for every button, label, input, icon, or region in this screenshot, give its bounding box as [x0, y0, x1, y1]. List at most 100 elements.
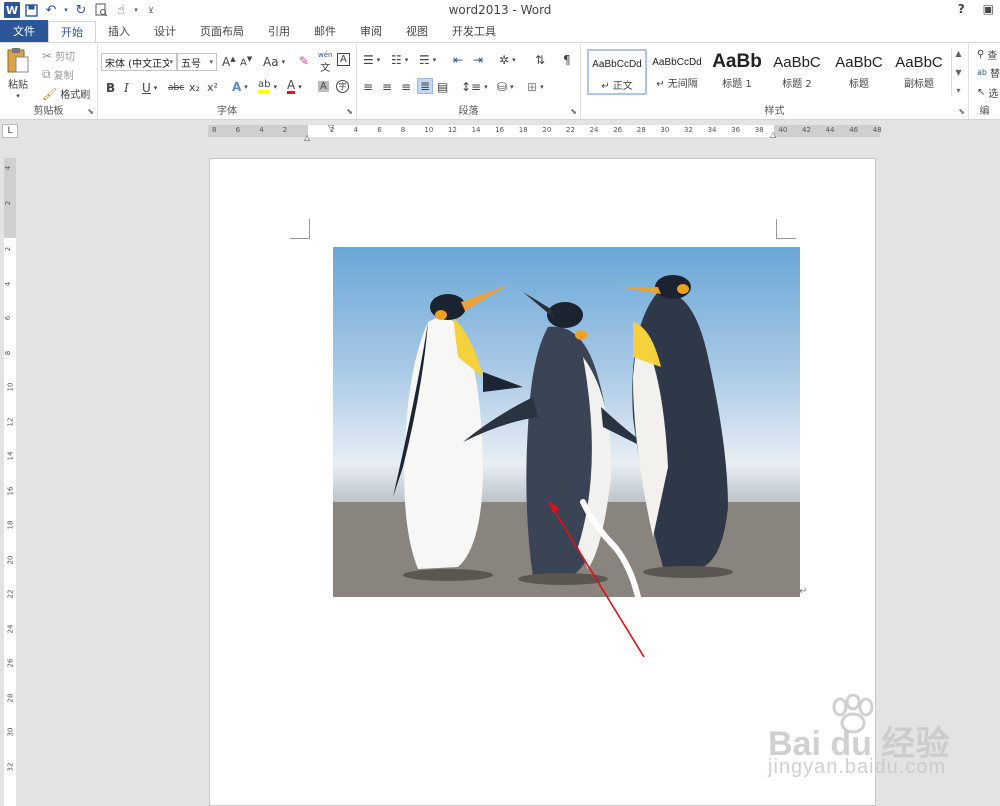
- ribbon-display-options-icon[interactable]: ▣: [983, 2, 994, 16]
- format-painter-button[interactable]: 🖌 格式刷: [42, 86, 90, 102]
- tab-review[interactable]: 审阅: [348, 20, 394, 42]
- strikethrough-button[interactable]: abc: [168, 83, 184, 93]
- numbering-button[interactable]: ☷ ▾: [391, 53, 408, 67]
- ruler-tick-label: 4: [259, 126, 264, 134]
- first-line-indent-marker[interactable]: ▽: [328, 123, 334, 132]
- horizontal-ruler[interactable]: 8 6 4 2 2 4 6 8 10 12 14 16 18 20 22 24 26 28 30 32 34 36 38 40…: [208, 123, 882, 142]
- align-left-icon: ≡: [363, 80, 374, 94]
- paragraph-launcher-icon[interactable]: ⬊: [570, 107, 577, 116]
- replace-button[interactable]: ab 替: [977, 65, 1000, 80]
- style-heading-2[interactable]: AaBbC 标题 2: [767, 49, 827, 95]
- tab-design[interactable]: 设计: [142, 20, 188, 42]
- highlight-color-button[interactable]: ab ▾: [258, 80, 277, 93]
- style-heading-1[interactable]: AaBb 标题 1: [707, 49, 767, 95]
- ruler-tick-label: 14: [6, 451, 15, 461]
- align-center-button[interactable]: ≡: [382, 80, 392, 94]
- bullets-button[interactable]: ☰ ▾: [363, 53, 380, 67]
- ribbon: 粘贴 ▾ ✂ 剪切 ⧉ 复制 🖌 格式刷 剪贴板 ⬊ 宋体 (中文正文 ▾ 五号 ▾…: [0, 42, 1000, 120]
- cursor-icon: ↖: [977, 87, 986, 98]
- style-subtitle[interactable]: AaBbC 副标题: [889, 49, 949, 95]
- ruler-tick-label: 26: [613, 126, 623, 134]
- ruler-tick-label: 20: [6, 555, 15, 564]
- decrease-indent-button[interactable]: ⇤: [453, 53, 463, 67]
- line-spacing-icon: ↕≡: [461, 80, 482, 94]
- borders-button[interactable]: ⊞ ▾: [527, 80, 544, 94]
- clipboard-launcher-icon[interactable]: ⬊: [87, 107, 94, 116]
- style-no-spacing[interactable]: AaBbCcDd ↵ 无间隔: [647, 49, 707, 95]
- ruler-tick-label: 16: [6, 486, 15, 495]
- editing-group: ⚲ 查 ab 替 ↖ 选 编: [969, 43, 1000, 119]
- font-size-select[interactable]: 五号 ▾: [177, 53, 217, 71]
- tab-insert[interactable]: 插入: [96, 20, 142, 42]
- ruler-tick-label: 12: [448, 126, 457, 134]
- ruler-tick-label: 30: [6, 727, 15, 737]
- styles-scroll-down-icon[interactable]: ▼: [955, 68, 961, 77]
- character-shading-button[interactable]: A: [318, 81, 329, 92]
- tab-view[interactable]: 视图: [394, 20, 440, 42]
- font-color-button[interactable]: A ▾: [287, 79, 302, 94]
- margin-corner-mark: [776, 219, 796, 239]
- tab-mailings[interactable]: 邮件: [302, 20, 348, 42]
- font-name-select[interactable]: 宋体 (中文正文 ▾: [101, 53, 177, 71]
- help-button[interactable]: ?: [958, 2, 965, 16]
- multilevel-list-button[interactable]: ☴ ▾: [419, 53, 436, 67]
- phonetic-guide-button[interactable]: wén 文: [318, 51, 332, 74]
- tab-page-layout[interactable]: 页面布局: [188, 20, 256, 42]
- ruler-tick-label: 40: [778, 126, 788, 134]
- style-normal[interactable]: AaBbCcDd ↵ 正文: [587, 49, 647, 95]
- character-border-button[interactable]: A: [337, 53, 350, 66]
- enclose-characters-button[interactable]: 字: [336, 80, 349, 93]
- ruler-tick-label: 12: [6, 417, 15, 426]
- right-indent-marker[interactable]: △: [770, 130, 776, 139]
- styles-launcher-icon[interactable]: ⬊: [958, 107, 965, 116]
- font-group: 宋体 (中文正文 ▾ 五号 ▾ A▲ A▼ Aa ▾ ✎ wén 文 A B I U ▾ …: [98, 43, 357, 119]
- align-right-button[interactable]: ≡: [401, 80, 411, 94]
- justify-icon: ≣: [420, 79, 431, 93]
- clear-formatting-button[interactable]: ✎: [299, 54, 309, 68]
- ruler-tick-label: 26: [6, 658, 15, 668]
- distributed-button[interactable]: ▤: [437, 80, 448, 94]
- tab-developer[interactable]: 开发工具: [440, 20, 508, 42]
- shrink-font-button[interactable]: A▼: [240, 55, 252, 68]
- show-marks-button[interactable]: ¶: [563, 53, 571, 67]
- find-button[interactable]: ⚲ 查: [977, 47, 997, 62]
- shading-button[interactable]: ⛁ ▾: [497, 80, 514, 94]
- align-left-button[interactable]: ≡: [363, 80, 373, 94]
- cut-button[interactable]: ✂ 剪切: [42, 48, 75, 64]
- paste-button[interactable]: 粘贴 ▾: [6, 47, 30, 100]
- tab-home[interactable]: 开始: [48, 21, 96, 42]
- asian-layout-button[interactable]: ✲ ▾: [499, 53, 516, 67]
- tab-file[interactable]: 文件: [0, 20, 48, 42]
- select-button[interactable]: ↖ 选: [977, 85, 998, 100]
- superscript-button[interactable]: x²: [207, 81, 218, 94]
- tab-references[interactable]: 引用: [256, 20, 302, 42]
- font-launcher-icon[interactable]: ⬊: [346, 107, 353, 116]
- vertical-ruler[interactable]: 4 2 2 4 6 8 10 12 14 16 18 20 22 24 26 28 30 32: [4, 158, 16, 806]
- copy-button[interactable]: ⧉ 复制: [42, 67, 74, 82]
- styles-scroll-up-icon[interactable]: ▲: [955, 49, 961, 58]
- ruler-tick-label: 20: [542, 126, 552, 134]
- bold-button[interactable]: B: [106, 81, 115, 95]
- paste-icon: [7, 48, 29, 73]
- change-case-button[interactable]: Aa ▾: [263, 55, 285, 69]
- line-spacing-button[interactable]: ↕≡ ▾: [461, 80, 488, 94]
- sort-button[interactable]: ⇅: [535, 53, 545, 67]
- font-group-label: 字体: [217, 106, 237, 117]
- subscript-button[interactable]: x₂: [189, 81, 200, 94]
- ruler-tick-label: 6: [377, 126, 382, 134]
- tab-selector[interactable]: L: [2, 124, 18, 138]
- grow-font-button[interactable]: A▲: [222, 55, 236, 69]
- ruler-tick-label: 22: [6, 589, 15, 599]
- styles-more-icon[interactable]: ▾: [956, 86, 960, 95]
- increase-indent-button[interactable]: ⇥: [473, 53, 483, 67]
- justify-button[interactable]: ≣: [417, 78, 434, 94]
- styles-group: AaBbCcDd ↵ 正文 AaBbCcDd ↵ 无间隔 AaBb 标题 1 A…: [581, 43, 969, 119]
- italic-button[interactable]: I: [124, 81, 129, 95]
- left-indent-marker[interactable]: △: [304, 133, 310, 142]
- style-title[interactable]: AaBbC 标题: [829, 49, 889, 95]
- align-center-icon: ≡: [382, 80, 393, 94]
- ruler-tick-label: 10: [424, 126, 434, 134]
- text-effects-button[interactable]: A ▾: [232, 80, 248, 94]
- ruler-tick-label: 8: [212, 126, 217, 134]
- underline-button[interactable]: U ▾: [142, 81, 157, 95]
